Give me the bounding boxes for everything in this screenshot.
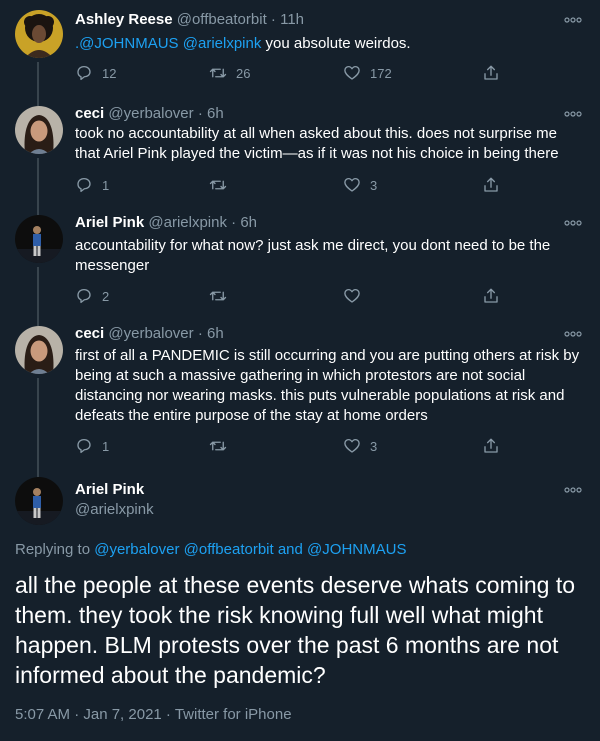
reply-icon [77, 288, 91, 304]
reply-count: 1 [102, 177, 110, 193]
more-icon[interactable] [564, 219, 582, 227]
like-icon [344, 438, 360, 453]
tweet-text: .@JOHNMAUS @arielxpink you absolute weir… [75, 34, 585, 54]
like-count: 172 [370, 65, 392, 81]
reply-count: 12 [102, 65, 117, 81]
like-icon [344, 288, 360, 303]
separator-dot: · [231, 214, 237, 231]
mention-link[interactable]: @JOHNMAUS [307, 541, 406, 558]
more-icon[interactable] [564, 486, 582, 494]
reply-icon [77, 65, 91, 81]
avatar-ceci[interactable] [15, 326, 63, 374]
tweet-text: first of all a PANDEMIC is still occurri… [75, 347, 580, 424]
reply-button[interactable]: 12 [75, 63, 116, 83]
like-count: 3 [370, 177, 378, 193]
author-handle[interactable]: @yerbalover [108, 325, 193, 342]
retweet-button[interactable] [209, 436, 236, 456]
share-icon [484, 438, 498, 453]
thread-line [37, 469, 39, 477]
retweet-button[interactable] [209, 175, 236, 195]
tweet-divider [75, 93, 600, 94]
reply-count: 2 [102, 288, 110, 304]
author-handle[interactable]: @arielxpink [148, 214, 227, 231]
retweet-icon [209, 291, 227, 301]
retweet-icon [209, 180, 227, 190]
reply-icon [77, 438, 91, 454]
thread-line [37, 62, 39, 100]
separator-dot: · [197, 105, 203, 122]
tweet-ariel-pink[interactable]: Ariel Pink @arielxpink · 6h accountabili… [0, 207, 600, 319]
like-button[interactable]: 172 [343, 63, 392, 83]
retweet-button[interactable] [209, 286, 236, 306]
tweet-ashley-reese[interactable]: Ashley Reese @offbeatorbit · 11h .@JOHNM… [0, 0, 600, 100]
main-author-name[interactable]: Ariel Pink [75, 480, 144, 500]
share-icon [484, 288, 498, 303]
avatar-ashley-reese[interactable] [15, 10, 63, 58]
share-button[interactable] [482, 436, 500, 456]
tweet-time[interactable]: 6h [240, 214, 257, 231]
reply-icon [77, 177, 91, 193]
avatar-ceci[interactable] [15, 106, 63, 154]
share-icon [484, 65, 498, 80]
tweet-header: Ariel Pink @arielxpink · 6h [75, 213, 257, 233]
retweet-button[interactable]: 26 [209, 63, 250, 83]
like-icon [344, 65, 360, 80]
separator-dot: · [270, 11, 276, 28]
main-tweet-meta[interactable]: 5:07 AM · Jan 7, 2021 · Twitter for iPho… [15, 706, 292, 723]
tweet-header: Ashley Reese @offbeatorbit · 11h [75, 10, 304, 30]
thread-line [37, 319, 39, 326]
share-button[interactable] [482, 63, 500, 83]
main-author-handle[interactable]: @arielxpink [75, 500, 154, 520]
like-icon [344, 177, 360, 192]
thread-line [37, 378, 39, 469]
reply-button[interactable]: 2 [75, 286, 109, 306]
tweet-time[interactable]: 6h [207, 105, 224, 122]
author-name[interactable]: ceci [75, 105, 104, 122]
share-button[interactable] [482, 175, 500, 195]
share-icon [484, 177, 498, 192]
author-name[interactable]: Ashley Reese [75, 11, 173, 28]
tweet-ceci-2[interactable]: ceci @yerbalover · 6h first of all a PAN… [0, 319, 600, 469]
like-button[interactable]: 3 [343, 436, 377, 456]
more-icon[interactable] [564, 16, 582, 24]
reply-button[interactable]: 1 [75, 175, 109, 195]
separator-dot: · [197, 325, 203, 342]
mention-link[interactable]: @offbeatorbit [184, 541, 274, 558]
replying-to: Replying to @yerbalover @offbeatorbit an… [15, 541, 406, 558]
avatar-ariel-pink[interactable] [15, 215, 63, 263]
mention-link[interactable]: .@JOHNMAUS [75, 35, 179, 52]
author-handle[interactable]: @yerbalover [108, 105, 193, 122]
reply-count: 1 [102, 438, 110, 454]
author-handle[interactable]: @offbeatorbit [177, 11, 267, 28]
thread-line [37, 267, 39, 319]
tweet-header: ceci @yerbalover · 6h [75, 104, 224, 124]
avatar-ariel-pink-main[interactable] [15, 477, 63, 525]
more-icon[interactable] [564, 330, 582, 338]
author-name[interactable]: ceci [75, 325, 104, 342]
tweet-time[interactable]: 6h [207, 325, 224, 342]
thread-line [37, 207, 39, 215]
author-name[interactable]: Ariel Pink [75, 214, 144, 231]
thread-line [37, 158, 39, 207]
tweet-text: accountability for what now? just ask me… [75, 237, 551, 274]
replying-and: and [273, 541, 308, 558]
tweet-text-body: you absolute weirdos. [261, 35, 411, 52]
like-button[interactable] [343, 286, 370, 306]
tweet-header: ceci @yerbalover · 6h [75, 324, 224, 344]
retweet-icon [209, 68, 227, 78]
mention-link[interactable]: @yerbalover [94, 541, 179, 558]
mention-link[interactable]: @arielxpink [183, 35, 262, 52]
retweet-icon [209, 441, 227, 451]
share-button[interactable] [482, 286, 500, 306]
main-tweet-text: all the people at these events deserve w… [15, 572, 576, 688]
tweet-text: took no accountability at all when asked… [75, 125, 559, 162]
more-icon[interactable] [564, 110, 582, 118]
tweet-time[interactable]: 11h [280, 11, 304, 28]
tweet-ceci[interactable]: ceci @yerbalover · 6h took no accountabi… [0, 100, 600, 207]
replying-prefix: Replying to [15, 541, 95, 558]
like-count: 3 [370, 438, 378, 454]
like-button[interactable]: 3 [343, 175, 377, 195]
retweet-count: 26 [236, 65, 251, 81]
reply-button[interactable]: 1 [75, 436, 109, 456]
